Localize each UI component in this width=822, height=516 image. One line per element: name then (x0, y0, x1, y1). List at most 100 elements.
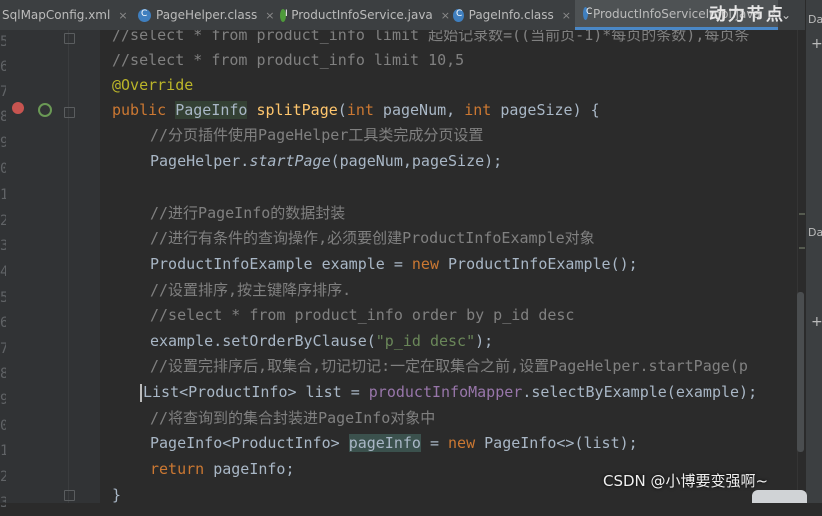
line-number: 5 (0, 290, 6, 306)
line-number: 2 (0, 213, 6, 229)
text: = (420, 434, 449, 452)
class-file-icon (453, 8, 464, 22)
code-line: example.setOrderByClause("p_id desc"); (150, 329, 493, 354)
keyword: public (112, 101, 176, 119)
text: PageInfo<>(list); (475, 434, 638, 452)
tab-sqlmapconfig[interactable]: SqlMapConfig.xml × (0, 0, 128, 30)
code-line: //分页插件使用PageHelper工具类完成分页设置 (150, 126, 484, 144)
line-number: 5 (0, 34, 6, 50)
line-number: 9 (0, 135, 6, 151)
text: (pageNum,pageSize); (330, 152, 503, 170)
text: example.setOrderByClause( (150, 332, 376, 350)
tab-label: ProductInfoService.java (291, 8, 433, 22)
code-line: //设置排序,按主键降序排序. (150, 281, 352, 299)
vertical-scrollbar[interactable] (797, 292, 804, 452)
tab-productinfoservice[interactable]: ProductInfoService.java × (280, 0, 450, 30)
text: pageSize) { (491, 101, 600, 119)
close-icon[interactable]: × (562, 9, 571, 22)
text: .selectByExample(example); (522, 383, 758, 401)
line-number: 6 (0, 59, 6, 75)
plus-icon[interactable]: + (811, 314, 822, 330)
text: PageHelper. (150, 152, 250, 170)
fold-marker-icon[interactable] (64, 490, 75, 501)
static-method: startPage (249, 152, 331, 170)
text (247, 101, 256, 119)
code-line: public PageInfo splitPage(int pageNum, i… (112, 98, 600, 123)
code-editor[interactable]: //select * from product_info limit 起始记录数… (100, 30, 797, 503)
text: ); (475, 332, 494, 350)
text: ProductInfoExample example = (150, 255, 412, 273)
line-number: 4 (0, 264, 6, 280)
text: ProductInfoExample(); (439, 255, 638, 273)
code-line: @Override (112, 76, 194, 94)
code-line: //select * from product_info limit 起始记录数… (112, 30, 750, 44)
line-number: 9 (0, 392, 6, 408)
tab-label: PageInfo.class (468, 8, 554, 22)
keyword: return (150, 460, 205, 478)
plus-icon[interactable]: + (811, 36, 822, 52)
code-line: List<ProductInfo> list = productInfoMapp… (140, 380, 757, 405)
text: PageInfo<ProductInfo> (150, 434, 349, 452)
string-literal: "p_id desc" (375, 332, 476, 350)
code-line: //设置完排序后,取集合,切记切记:一定在取集合之前,设置PageHelper.… (150, 357, 748, 375)
code-line: PageHelper.startPage(pageNum,pageSize); (150, 149, 502, 174)
keyword: new (448, 434, 476, 452)
code-line: PageInfo<ProductInfo> pageInfo = new Pag… (150, 431, 638, 456)
line-number: 8 (0, 366, 6, 382)
line-number: 8 (0, 109, 6, 125)
code-line: //select * from product_info order by p_… (150, 306, 575, 324)
tab-label: SqlMapConfig.xml (2, 8, 111, 22)
video-overlay-title: 动力节点 (709, 5, 785, 25)
side-panel-label[interactable]: Da (808, 13, 822, 26)
field-reference: productInfoMapper (368, 383, 523, 401)
code-line: return pageInfo; (150, 457, 295, 482)
interface-file-icon (280, 8, 288, 22)
variable-highlight: pageInfo (348, 434, 421, 452)
side-tool-panel (805, 0, 822, 503)
method-name: splitPage (256, 101, 338, 119)
code-line: //select * from product_info limit 10,5 (112, 51, 465, 69)
code-line: ProductInfoExample example = new Product… (150, 252, 638, 277)
keyword: new (411, 255, 439, 273)
csdn-watermark: CSDN @小博要变强啊~ (603, 472, 769, 490)
fold-marker-icon[interactable] (64, 107, 75, 118)
class-file-icon (583, 7, 592, 20)
gutter (0, 30, 100, 503)
line-number: 3 (0, 238, 6, 254)
class-file-icon (138, 8, 151, 22)
text: ( (337, 101, 347, 119)
code-line: //进行有条件的查询操作,必须要创建ProductInfoExample对象 (150, 229, 595, 247)
implements-method-icon[interactable] (38, 103, 52, 117)
line-number: 6 (0, 315, 6, 331)
line-number: 0 (0, 418, 6, 434)
side-panel-label[interactable]: Da (808, 226, 822, 239)
line-number: 7 (0, 84, 6, 100)
close-icon[interactable]: × (441, 9, 450, 22)
text: List<ProductInfo> list = (143, 383, 369, 401)
fold-marker-icon[interactable] (64, 33, 75, 44)
tab-label: PageHelper.class (156, 8, 258, 22)
line-number: 0 (0, 161, 6, 177)
fold-guide (68, 30, 69, 503)
line-number: 1 (0, 443, 6, 459)
line-number: 3 (0, 495, 6, 511)
code-line: } (112, 486, 122, 503)
logo-icon (752, 490, 807, 503)
editor-tab-bar: SqlMapConfig.xml × PageHelper.class × Pr… (0, 0, 805, 31)
line-number: 1 (0, 187, 6, 203)
close-icon[interactable]: × (118, 9, 127, 22)
code-line: //将查询到的集合封装进PageInfo对象中 (150, 409, 436, 427)
line-number: 7 (0, 341, 6, 357)
type-reference: PageInfo (175, 101, 248, 119)
tab-pageinfo[interactable]: PageInfo.class × (453, 0, 571, 30)
keyword: int (346, 101, 374, 119)
override-method-icon[interactable] (12, 102, 24, 114)
code-line: //进行PageInfo的数据封装 (150, 204, 346, 222)
text-caret (140, 383, 142, 402)
text: pageNum, (373, 101, 465, 119)
keyword: int (464, 101, 492, 119)
text: pageInfo; (204, 460, 295, 478)
line-number: 2 (0, 469, 6, 485)
close-icon[interactable]: × (265, 9, 274, 22)
tab-pagehelper[interactable]: PageHelper.class × (130, 0, 286, 30)
